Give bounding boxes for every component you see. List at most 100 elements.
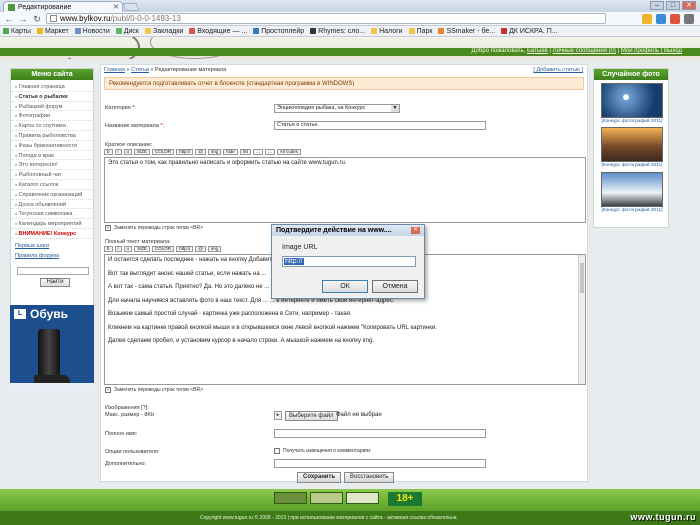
menu-item[interactable]: Доска объявлений	[11, 200, 93, 210]
footer-banner[interactable]	[310, 492, 343, 504]
textarea-scrollbar[interactable]	[578, 255, 585, 384]
category-select[interactable]: Энциклопедия рыбака, на Конкурс ▼	[274, 104, 400, 113]
photo-thumbnail[interactable]	[601, 127, 663, 162]
forum-rules-link[interactable]: Правила форума	[15, 253, 93, 263]
photo-thumbnail[interactable]	[601, 83, 663, 118]
menu-item[interactable]: Это интересно!	[11, 160, 93, 171]
bookmark-item[interactable]: SSmaker - бе...	[438, 28, 495, 35]
breadcrumb-home[interactable]: Главная	[104, 67, 125, 73]
bookmark-item[interactable]: Карты	[3, 28, 31, 35]
scrollbar-thumb[interactable]	[580, 263, 584, 293]
menu-item[interactable]: Тогунская символика	[11, 209, 93, 220]
notify-checkbox[interactable]	[274, 448, 280, 454]
bbcode-img-button[interactable]: img	[207, 246, 222, 252]
replace-br-checkbox-full[interactable]: ✓	[105, 387, 111, 393]
forward-arrow-icon[interactable]: →	[18, 14, 28, 24]
back-arrow-icon[interactable]: ←	[4, 14, 14, 24]
extension-icon-2[interactable]	[670, 13, 680, 24]
photo-caption[interactable]: [Конкурс фотографий 2011]	[598, 208, 666, 213]
bbcode-hide-button[interactable]: hide	[223, 149, 238, 155]
bbcode-u-button[interactable]: u	[123, 149, 133, 155]
bookmark-item[interactable]: Парк	[408, 28, 432, 35]
dialog-close-icon[interactable]: ✕	[411, 227, 420, 234]
bookmark-item[interactable]: ДК ИСКРА. П...	[501, 28, 558, 35]
menu-item[interactable]: Фотографии	[11, 111, 93, 122]
title-input[interactable]: Статья о статье.	[274, 121, 486, 130]
bookmark-item[interactable]: Закладки	[145, 28, 183, 35]
file-slot-button[interactable]: ▸	[274, 411, 282, 420]
bookmark-item[interactable]: Входящие — ...	[189, 28, 247, 35]
bbcode-color-select[interactable]: COLOR	[152, 246, 175, 252]
bookmark-item[interactable]: Новости	[74, 28, 110, 35]
browser-tab[interactable]: Редактирование ✕	[3, 1, 123, 12]
menu-item[interactable]: Главная страница	[11, 82, 93, 92]
address-bar[interactable]: www.bylkov.ru/publ/0-0-0-1493-13	[46, 13, 606, 24]
bookmark-item[interactable]: Налоги	[371, 28, 403, 35]
messages-link[interactable]: Личные сообщения (0)	[553, 48, 616, 54]
image-url-input[interactable]: http://	[282, 256, 416, 267]
save-button[interactable]: Сохранить	[297, 472, 342, 483]
breadcrumb-articles[interactable]: Статьи	[131, 67, 149, 73]
shoe-ad-banner[interactable]: L Обувь	[10, 305, 94, 395]
minimize-icon[interactable]: –	[650, 1, 664, 10]
photo-thumbnail[interactable]	[601, 172, 663, 207]
bbcode-extra-button[interactable]: ...	[253, 149, 263, 155]
footer-banner[interactable]	[346, 492, 379, 504]
bbcode-color-select[interactable]: COLOR	[152, 149, 175, 155]
browse-file-button[interactable]: Выберите файл	[285, 411, 338, 421]
menu-item[interactable]: ВНИМАНИЕ! Конкурс	[11, 229, 93, 239]
menu-item[interactable]: Фазы брикоактивности	[11, 141, 93, 151]
photo-caption[interactable]: [Конкурс фотографий 2011]	[598, 119, 666, 124]
menu-item[interactable]: Каталог ссылок	[11, 180, 93, 190]
replace-br-checkbox-short[interactable]: ✓	[105, 225, 111, 231]
maximize-icon[interactable]: □	[666, 1, 680, 10]
bbcode-email-button[interactable]: @	[195, 246, 206, 252]
ok-button[interactable]: ОК	[322, 280, 368, 293]
first-steps-link[interactable]: Первые шаги	[15, 243, 93, 253]
bbcode-size-select[interactable]: SIZE	[134, 149, 151, 155]
bbcode-extra-button[interactable]: ...	[264, 149, 275, 155]
menu-item[interactable]: Погода в крае	[11, 151, 93, 161]
bookmark-item[interactable]: Диск	[115, 28, 139, 35]
bookmark-item[interactable]: Rhymes: сло...	[310, 28, 365, 35]
menu-item[interactable]: Статьи о рыбалке	[11, 92, 93, 102]
bbcode-url-button[interactable]: http://	[176, 149, 194, 155]
photo-caption[interactable]: [Конкурс фотографий 2011]	[598, 163, 666, 168]
profile-links[interactable]: Мой профиль | Выход	[621, 48, 682, 54]
menu-item[interactable]: Календарь мероприятий	[11, 219, 93, 229]
extra-input[interactable]	[274, 459, 486, 468]
window-close-icon[interactable]: ✕	[682, 1, 696, 10]
bbcode-url-button[interactable]: http://	[176, 246, 194, 252]
bbcode-i-button[interactable]: i	[114, 149, 122, 155]
bbcode-b-button[interactable]: b	[104, 246, 113, 252]
tab-close-icon[interactable]: ✕	[113, 3, 119, 11]
cancel-button[interactable]: Отмена	[372, 280, 418, 293]
bbcode-b-button[interactable]: b	[104, 149, 113, 155]
short-description-textarea[interactable]: Это статья о том, как правильно написать…	[104, 157, 586, 223]
menu-item[interactable]: Справочник организаций	[11, 190, 93, 200]
search-button[interactable]: Найти	[40, 277, 70, 287]
restore-button[interactable]: Восстановить	[344, 472, 395, 483]
menu-item[interactable]: Рыбацкий форум	[11, 102, 93, 112]
bookmark-item[interactable]: Маркет	[36, 28, 69, 35]
user-name-link[interactable]: Батыев	[527, 48, 548, 54]
bbcode-img-button[interactable]: img	[207, 149, 222, 155]
bbcode-u-button[interactable]: u	[123, 246, 133, 252]
add-article-link[interactable]: [ Добавить статью ]	[533, 67, 583, 73]
menu-item[interactable]: Рыболовный чат	[11, 170, 93, 180]
new-tab-button[interactable]	[122, 3, 140, 11]
bbcode-i-button[interactable]: i	[114, 246, 122, 252]
footer-banner[interactable]	[274, 492, 307, 504]
menu-item[interactable]: Карты со спутника	[11, 121, 93, 131]
search-input[interactable]	[17, 266, 89, 275]
menu-item[interactable]: Правила рыболовства	[11, 131, 93, 141]
wrench-icon[interactable]	[684, 13, 694, 24]
extension-icon[interactable]	[656, 13, 666, 24]
bbcode-list-button[interactable]: list	[239, 149, 252, 155]
full-name-input[interactable]	[274, 429, 486, 438]
star-icon[interactable]	[642, 13, 652, 24]
bookmark-item[interactable]: Простоплейр	[253, 28, 304, 35]
bbcode-size-select[interactable]: SIZE	[134, 246, 151, 252]
reload-icon[interactable]: ↻	[32, 14, 42, 24]
bbcode-email-button[interactable]: @	[195, 149, 206, 155]
